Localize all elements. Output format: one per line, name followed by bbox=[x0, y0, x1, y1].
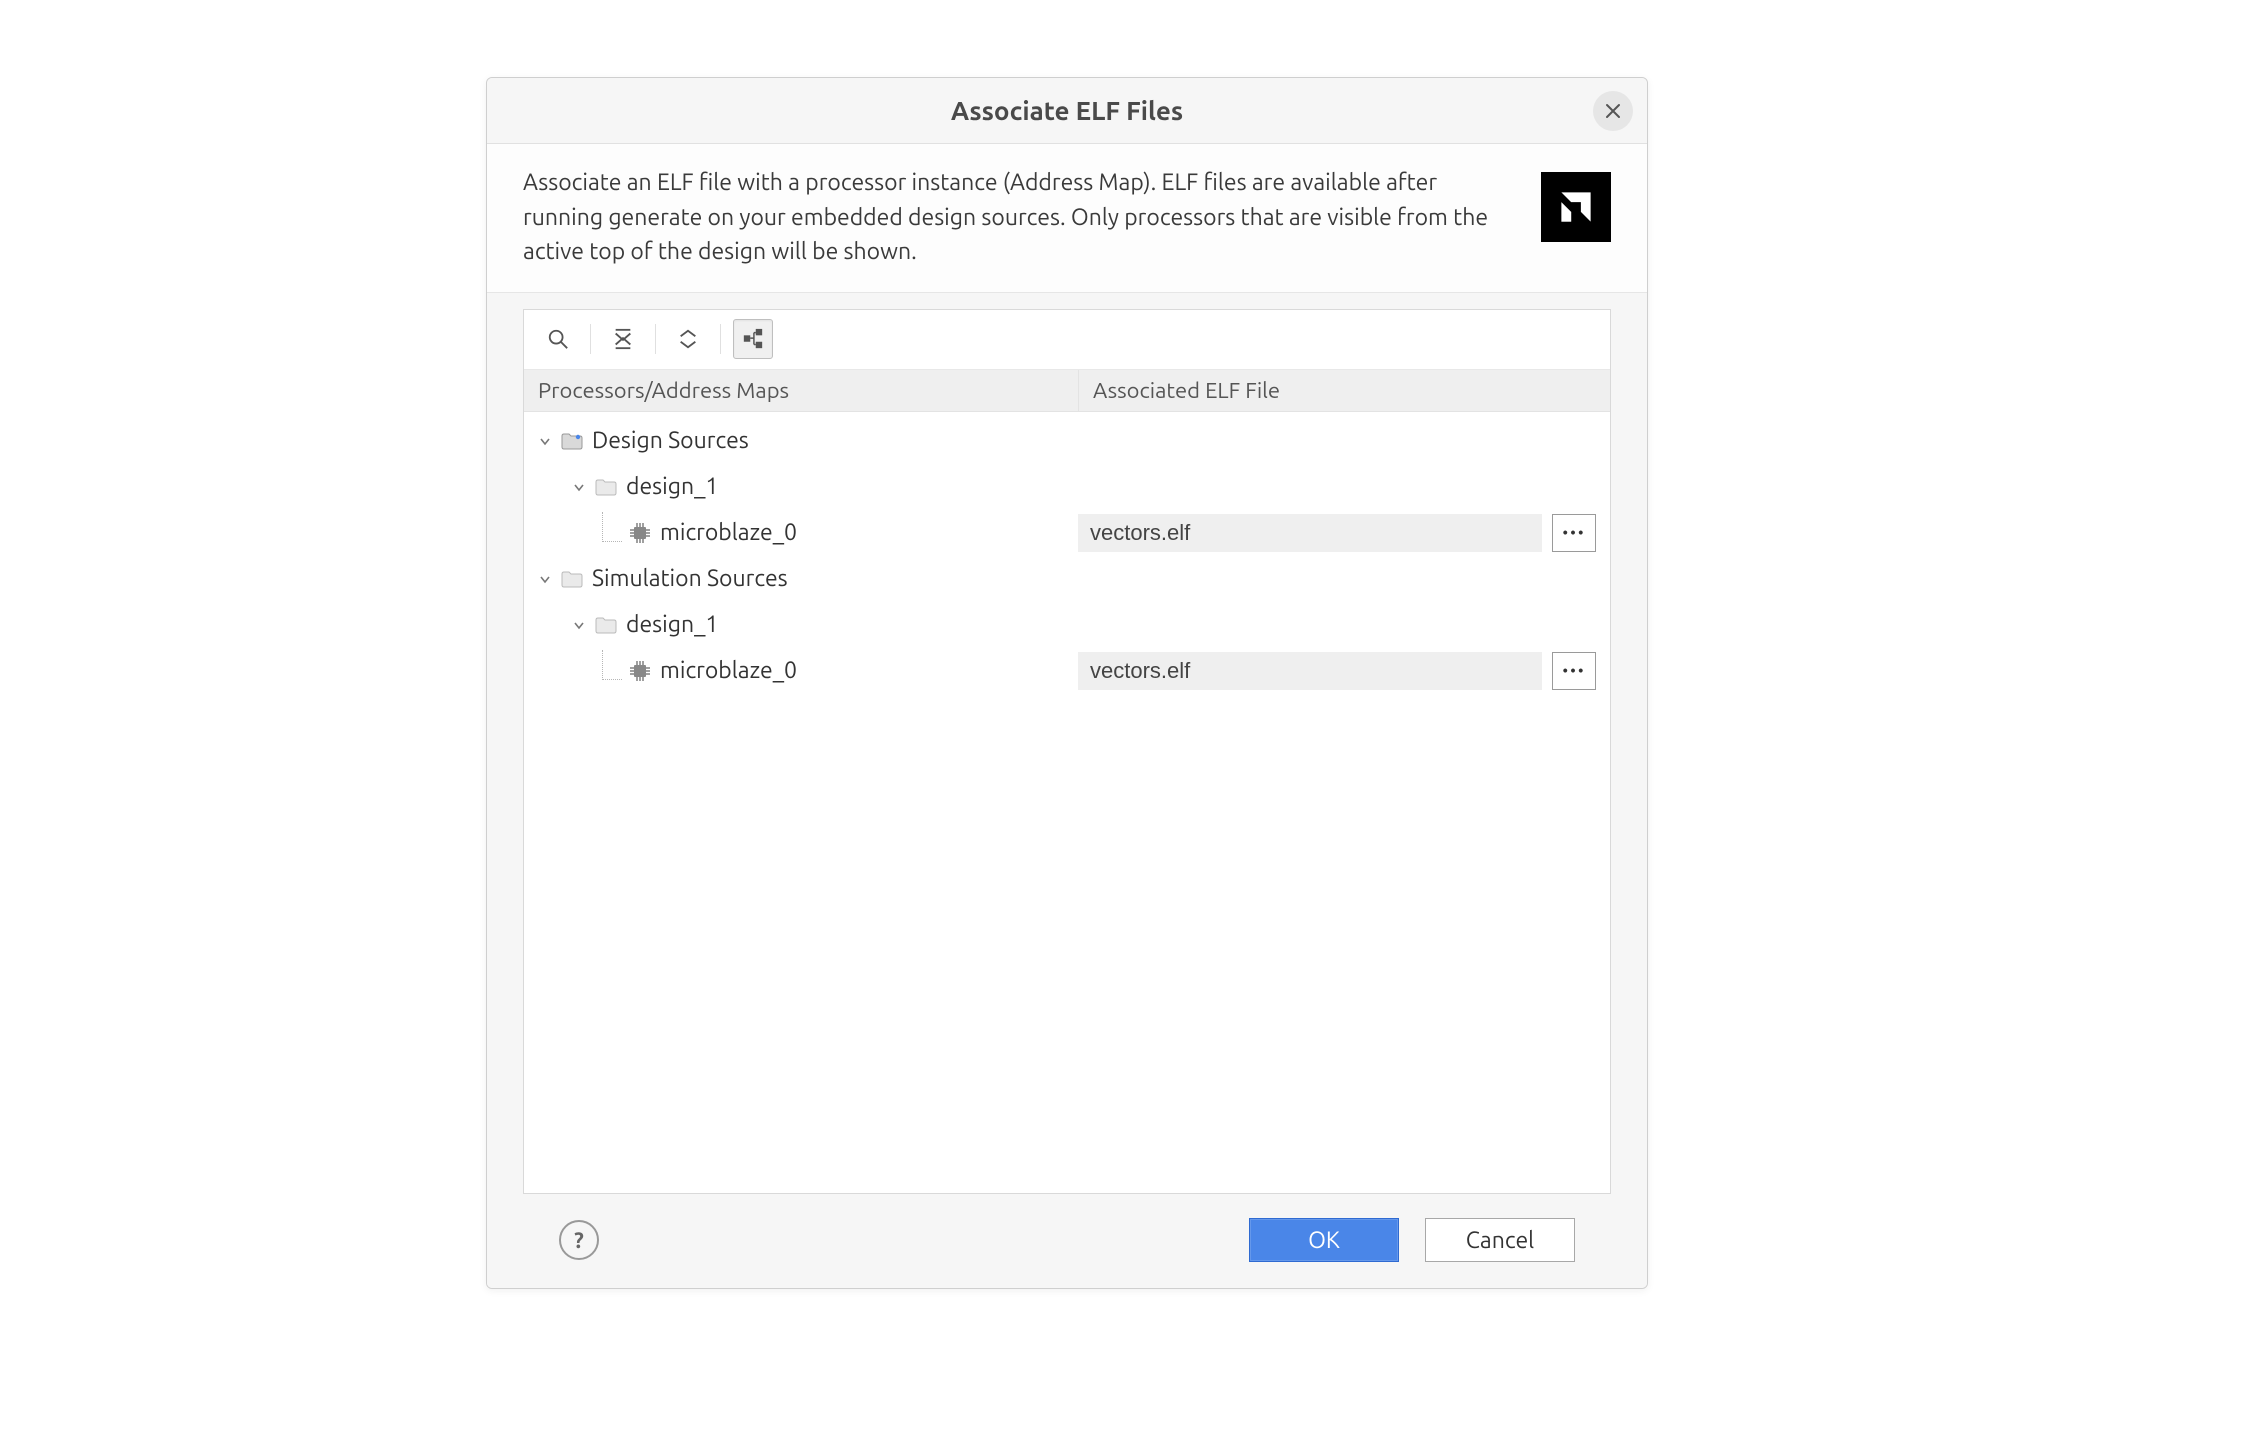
tree-node-design-microblaze[interactable]: microblaze_0 ••• bbox=[524, 510, 1610, 556]
folder-icon bbox=[594, 475, 618, 499]
associate-elf-dialog: Associate ELF Files Associate an ELF fil… bbox=[486, 77, 1648, 1289]
column-header-elf[interactable]: Associated ELF File bbox=[1078, 370, 1610, 411]
column-header-processors[interactable]: Processors/Address Maps bbox=[524, 370, 1078, 411]
folder-icon bbox=[594, 613, 618, 637]
tree-node-sim-microblaze[interactable]: microblaze_0 ••• bbox=[524, 648, 1610, 694]
tree-elbow-icon bbox=[602, 512, 622, 542]
tree-label: microblaze_0 bbox=[660, 520, 797, 545]
table-panel: Processors/Address Maps Associated ELF F… bbox=[523, 309, 1611, 1195]
tree-label: Simulation Sources bbox=[592, 566, 788, 591]
elf-file-input-simulation[interactable] bbox=[1078, 652, 1542, 690]
collapse-all-icon bbox=[612, 328, 634, 350]
cancel-button[interactable]: Cancel bbox=[1425, 1218, 1575, 1262]
ok-button[interactable]: OK bbox=[1249, 1218, 1399, 1262]
folder-icon bbox=[560, 567, 584, 591]
elf-file-input-design[interactable] bbox=[1078, 514, 1542, 552]
folder-icon bbox=[560, 429, 584, 453]
tree-node-design-sources[interactable]: Design Sources bbox=[524, 418, 1610, 464]
chevron-down-icon[interactable] bbox=[534, 568, 556, 590]
help-icon: ? bbox=[574, 1228, 584, 1253]
tree-label: design_1 bbox=[626, 612, 718, 637]
tree-label: microblaze_0 bbox=[660, 658, 797, 683]
column-headers: Processors/Address Maps Associated ELF F… bbox=[524, 370, 1610, 412]
processor-icon bbox=[628, 521, 652, 545]
tree-node-sim-design-1[interactable]: design_1 bbox=[524, 602, 1610, 648]
expand-all-icon bbox=[677, 328, 699, 350]
ellipsis-icon: ••• bbox=[1562, 662, 1585, 680]
chevron-down-icon[interactable] bbox=[568, 614, 590, 636]
help-button[interactable]: ? bbox=[559, 1220, 599, 1260]
tree-node-simulation-sources[interactable]: Simulation Sources bbox=[524, 556, 1610, 602]
dialog-description: Associate an ELF file with a processor i… bbox=[523, 166, 1541, 270]
show-hierarchy-button[interactable] bbox=[733, 319, 773, 359]
close-button[interactable] bbox=[1593, 91, 1633, 131]
tree-elbow-icon bbox=[602, 650, 622, 680]
tree-label: Design Sources bbox=[592, 428, 749, 453]
expand-all-button[interactable] bbox=[668, 319, 708, 359]
info-section: Associate an ELF file with a processor i… bbox=[487, 144, 1647, 293]
browse-elf-button-simulation[interactable]: ••• bbox=[1552, 652, 1596, 690]
processor-icon bbox=[628, 659, 652, 683]
tree-label: design_1 bbox=[626, 474, 718, 499]
collapse-all-button[interactable] bbox=[603, 319, 643, 359]
dialog-footer: ? OK Cancel bbox=[523, 1194, 1611, 1272]
dialog-title: Associate ELF Files bbox=[951, 96, 1183, 125]
browse-elf-button-design[interactable]: ••• bbox=[1552, 514, 1596, 552]
table-toolbar bbox=[524, 310, 1610, 370]
chevron-down-icon[interactable] bbox=[568, 476, 590, 498]
chevron-down-icon[interactable] bbox=[534, 430, 556, 452]
hierarchy-icon bbox=[742, 328, 764, 350]
search-icon bbox=[547, 328, 569, 350]
amd-logo-icon bbox=[1541, 172, 1611, 242]
search-button[interactable] bbox=[538, 319, 578, 359]
dialog-titlebar: Associate ELF Files bbox=[487, 78, 1647, 144]
tree-area: Design Sources bbox=[524, 412, 1610, 1194]
ellipsis-icon: ••• bbox=[1562, 524, 1585, 542]
close-icon bbox=[1605, 103, 1621, 119]
tree-node-design-1[interactable]: design_1 bbox=[524, 464, 1610, 510]
